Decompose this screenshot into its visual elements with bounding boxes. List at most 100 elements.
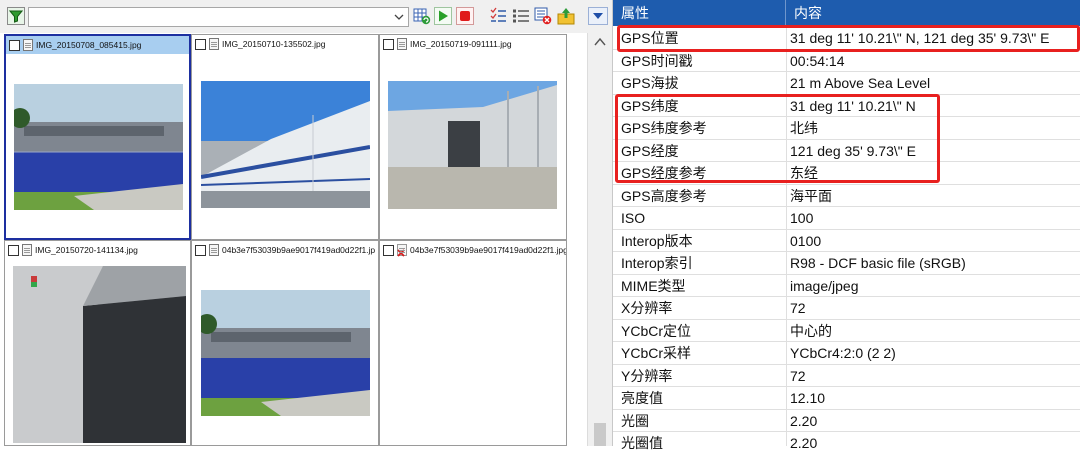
property-row[interactable]: GPS经度 121 deg 35' 9.73\" E [613,139,1080,162]
property-value: 00:54:14 [790,52,845,69]
property-key: X分辨率 [621,300,673,316]
thumbnail-header: 04b3e7f53039b9ae9017f419ad0d22f1.jpg [380,241,566,259]
filter-combobox[interactable] [28,7,409,27]
vertical-scrollbar[interactable] [587,33,612,446]
thumbnail-filename: IMG_20150708_085415.jpg [36,40,142,50]
thumbnail-header: IMG_20150710-135502.jpg [192,35,378,53]
refresh-grid-icon [413,8,431,25]
refresh-button[interactable] [413,7,431,25]
photo-interior-corridor [13,266,186,443]
thumbnail-checkbox[interactable] [195,38,206,50]
image-file-icon [22,244,32,256]
column-header-property[interactable]: 属性 [613,0,786,26]
property-value: 北纬 [790,120,818,136]
thumbnail-tile[interactable]: IMG_20150719-091111.jpg [379,34,567,240]
property-key: GPS经度参考 [621,165,707,181]
thumbnail-filename: IMG_20150719-091111.jpg [410,39,512,49]
property-row[interactable]: GPS时间戳 00:54:14 [613,49,1080,72]
property-row[interactable]: Interop版本 0100 [613,229,1080,252]
thumbnail-grid: IMG_20150708_085415.jpg IMG_20150710-135… [0,33,587,446]
thumbnail-header: IMG_20150708_085415.jpg [6,36,189,54]
property-row[interactable]: 亮度值 12.10 [613,387,1080,410]
thumbnail-checkbox[interactable] [195,244,206,256]
thumbnail-tile[interactable]: 04b3e7f53039b9ae9017f419ad0d22f1.jp [191,240,379,446]
property-value: 21 m Above Sea Level [790,75,931,91]
property-key: GPS纬度参考 [621,120,707,136]
photo-warehouse-entrance [388,81,557,209]
property-value: 2.20 [790,412,818,429]
thumbnail-filename: 04b3e7f53039b9ae9017f419ad0d22f1.jp [222,245,376,255]
image-file-icon [209,38,219,50]
thumbnail-filename: 04b3e7f53039b9ae9017f419ad0d22f1.jpg [410,245,566,255]
property-key: ISO [621,210,646,226]
remove-button[interactable] [534,7,552,25]
remove-icon [534,7,552,25]
stop-button[interactable] [456,7,474,25]
thumbnail-checkbox[interactable] [383,38,394,50]
property-value: YCbCr4:2:0 (2 2) [790,345,896,361]
property-row[interactable]: GPS海拔 21 m Above Sea Level [613,72,1080,95]
property-key: YCbCr采样 [621,345,692,361]
scrollbar-thumb[interactable] [594,423,606,446]
property-key: GPS纬度 [621,97,679,114]
property-key: GPS高度参考 [621,187,707,204]
thumbnail-checkbox[interactable] [8,244,19,256]
property-value: 2.20 [790,435,818,451]
property-row[interactable]: 光圈 2.20 [613,409,1080,432]
property-key: Interop版本 [621,232,693,249]
thumbnail-checkbox[interactable] [383,244,394,256]
image-file-icon [23,39,33,51]
thumbnail-tile[interactable]: 04b3e7f53039b9ae9017f419ad0d22f1.jpg [379,240,567,446]
thumbnail-filename: IMG_20150720-141134.jpg [35,245,138,255]
list-button[interactable] [512,7,530,25]
property-row[interactable]: Y分辨率 72 [613,364,1080,387]
photo-warehouse-exterior [201,81,370,208]
property-row[interactable]: Interop索引 R98 - DCF basic file (sRGB) [613,252,1080,275]
property-value: 31 deg 11' 10.21\" N, 121 deg 35' 9.73\"… [790,30,1050,46]
property-row[interactable]: MIME类型 image/jpeg [613,274,1080,297]
play-button[interactable] [434,7,452,25]
property-key: GPS位置 [621,30,679,46]
property-key: GPS经度 [621,142,679,159]
property-value: 72 [790,300,806,316]
property-value: 100 [790,210,814,226]
photo-building-blue-fence [14,84,183,210]
property-value: 中心的 [790,322,832,339]
property-key: 亮度值 [621,390,663,406]
property-row[interactable]: GPS纬度参考 北纬 [613,117,1080,140]
property-key: YCbCr定位 [621,322,692,339]
thumbnail-header: IMG_20150719-091111.jpg [380,35,566,53]
scroll-up-arrow-icon[interactable] [594,37,606,47]
thumbnail-checkbox[interactable] [9,39,20,51]
list-icon [513,9,529,23]
property-key: Interop索引 [621,255,693,271]
thumbnail-tile[interactable]: IMG_20150720-141134.jpg [4,240,191,446]
property-key: MIME类型 [621,277,686,294]
toolbar [0,0,612,34]
property-row[interactable]: GPS高度参考 海平面 [613,184,1080,207]
filter-button[interactable] [7,7,25,25]
photo-building-blue-fence [201,290,370,416]
thumbnail-header: IMG_20150720-141134.jpg [5,241,190,259]
property-key: 光圈值 [621,435,663,451]
export-icon [557,8,575,25]
property-row[interactable]: YCbCr定位 中心的 [613,319,1080,342]
property-value: image/jpeg [790,277,859,294]
property-row[interactable]: GPS位置 31 deg 11' 10.21\" N, 121 deg 35' 9… [613,27,1080,50]
thumbnail-tile[interactable]: IMG_20150710-135502.jpg [191,34,379,240]
property-row[interactable]: GPS经度参考 东经 [613,162,1080,185]
check-list-button[interactable] [489,7,507,25]
property-row[interactable]: 光圈值 2.20 [613,432,1080,451]
column-header-content[interactable]: 内容 [786,0,1080,26]
panel-menu-button[interactable] [588,7,608,25]
property-value: 东经 [790,165,818,181]
property-row[interactable]: YCbCr采样 YCbCr4:2:0 (2 2) [613,342,1080,365]
funnel-icon [9,10,23,23]
property-row[interactable]: GPS纬度 31 deg 11' 10.21\" N [613,94,1080,117]
export-button[interactable] [557,7,575,25]
thumbnail-tile[interactable]: IMG_20150708_085415.jpg [4,34,191,240]
property-value: 海平面 [790,187,832,204]
property-row[interactable]: ISO 100 [613,207,1080,230]
property-value: R98 - DCF basic file (sRGB) [790,255,966,271]
property-row[interactable]: X分辨率 72 [613,297,1080,320]
